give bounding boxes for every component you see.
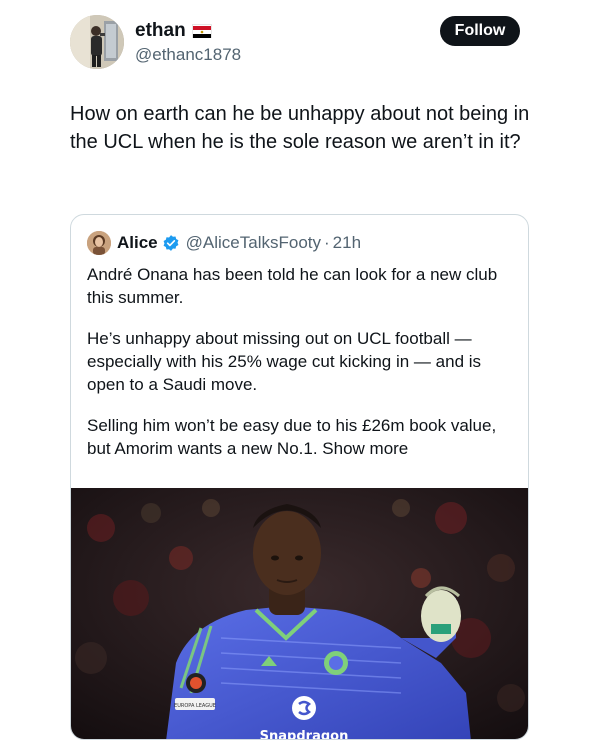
verified-badge-icon xyxy=(162,234,180,252)
author-info: ethan @ethanc1878 xyxy=(135,19,241,65)
quoted-paragraph: André Onana has been told he can look fo… xyxy=(87,265,498,307)
author-avatar[interactable] xyxy=(70,15,124,69)
tweet-text: How on earth can he be unhappy about not… xyxy=(70,103,530,153)
quoted-author-name[interactable]: Alice xyxy=(117,233,158,253)
quoted-author-handle[interactable]: @AliceTalksFooty xyxy=(186,233,321,253)
separator-dot: · xyxy=(324,233,330,252)
author-handle[interactable]: @ethanc1878 xyxy=(135,45,241,65)
quoted-author-avatar[interactable] xyxy=(87,231,111,255)
quoted-timestamp[interactable]: 21h xyxy=(333,233,361,253)
quoted-paragraph-text: Selling him won’t be easy due to his £26… xyxy=(87,416,497,458)
quoted-tweet-text: André Onana has been told he can look fo… xyxy=(87,263,517,478)
quoted-paragraph-last: Selling him won’t be easy due to his £26… xyxy=(87,414,517,460)
quoted-paragraph: He’s unhappy about missing out on UCL fo… xyxy=(87,329,482,394)
follow-button[interactable]: Follow xyxy=(440,16,520,46)
badge-text: EUROPA LEAGUE xyxy=(174,703,216,709)
egypt-flag-icon xyxy=(191,24,212,38)
author-display-name[interactable]: ethan xyxy=(135,20,186,42)
tweet-card: ethan @ethanc1878 Follow How on earth ca… xyxy=(0,0,600,750)
quoted-media-image[interactable]: EUROPA LEAGUE Snapdragon xyxy=(71,488,528,740)
quoted-tweet-header: Alice @AliceTalksFooty · 21h xyxy=(87,231,361,255)
author-name-row: ethan xyxy=(135,19,241,43)
quoted-tweet[interactable]: Alice @AliceTalksFooty · 21h André Onana… xyxy=(70,214,529,740)
show-more-link[interactable]: Show more xyxy=(322,439,408,458)
sponsor-text: Snapdragon xyxy=(260,729,349,740)
